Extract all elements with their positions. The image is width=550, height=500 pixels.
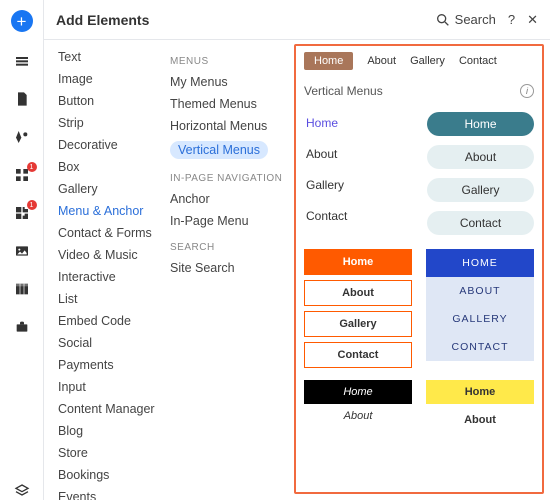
subcategory-item[interactable]: My Menus	[170, 75, 284, 89]
layers-icon[interactable]	[13, 482, 31, 500]
section-heading: SEARCH	[170, 242, 284, 253]
vertical-menu-yellow[interactable]: HomeAbout	[426, 380, 534, 432]
category-item[interactable]: Events	[58, 490, 158, 500]
category-item[interactable]: Blog	[58, 424, 158, 438]
design-icon[interactable]	[13, 128, 31, 146]
plugins-icon[interactable]: 1	[13, 204, 31, 222]
add-button[interactable]: +	[11, 10, 33, 32]
categories-list: Text Image Button Strip Decorative Box Gallery…	[44, 40, 164, 500]
category-item[interactable]: Store	[58, 446, 158, 460]
category-item[interactable]: Box	[58, 160, 158, 174]
category-item[interactable]: List	[58, 292, 158, 306]
category-item[interactable]: Social	[58, 336, 158, 350]
category-item[interactable]: Interactive	[58, 270, 158, 284]
add-elements-panel: Add Elements Search ? ✕ Text Image Button S…	[44, 0, 550, 500]
subcategory-item[interactable]: In-Page Menu	[170, 214, 284, 228]
category-item[interactable]: Gallery	[58, 182, 158, 196]
panel-title: Add Elements	[56, 12, 149, 28]
category-item[interactable]: Input	[58, 380, 158, 394]
business-icon[interactable]	[13, 318, 31, 336]
section-title: Vertical Menus	[304, 84, 383, 98]
help-button[interactable]: ?	[508, 12, 515, 27]
badge: 1	[27, 200, 37, 210]
badge: 1	[27, 162, 37, 172]
category-item[interactable]: Contact & Forms	[58, 226, 158, 240]
subcategory-item[interactable]: Site Search	[170, 261, 284, 275]
search-icon	[435, 12, 451, 28]
close-button[interactable]: ✕	[527, 12, 538, 28]
category-item[interactable]: Decorative	[58, 138, 158, 152]
vertical-menu-serif[interactable]: HOMEABOUTGALLERYCONTACT	[426, 249, 534, 368]
subcategory-item[interactable]: Anchor	[170, 192, 284, 206]
panel-header: Add Elements Search ? ✕	[44, 0, 550, 40]
subcategory-item[interactable]: Themed Menus	[170, 97, 284, 111]
horizontal-menu-preview[interactable]: HomeAboutGalleryContact	[304, 52, 534, 70]
category-item[interactable]: Strip	[58, 116, 158, 130]
vertical-menu-black[interactable]: HomeAbout	[304, 380, 412, 432]
preview-area: HomeAboutGalleryContact Vertical Menus i…	[294, 44, 544, 494]
vertical-menu-orange[interactable]: HomeAboutGalleryContact	[304, 249, 412, 368]
section-heading: IN-PAGE NAVIGATION	[170, 173, 284, 184]
category-item[interactable]: Button	[58, 94, 158, 108]
info-icon[interactable]: i	[520, 84, 534, 98]
category-item[interactable]: Image	[58, 72, 158, 86]
sections-icon[interactable]	[13, 52, 31, 70]
page-icon[interactable]	[13, 90, 31, 108]
category-item[interactable]: Menu & Anchor	[58, 204, 158, 218]
data-icon[interactable]	[13, 280, 31, 298]
left-rail: + 1 1	[0, 0, 44, 500]
category-item[interactable]: Payments	[58, 358, 158, 372]
subcategory-item[interactable]: Horizontal Menus	[170, 119, 284, 133]
vertical-menu-text[interactable]: HomeAboutGalleryContact	[304, 112, 411, 235]
section-heading: MENUS	[170, 56, 284, 67]
category-item[interactable]: Embed Code	[58, 314, 158, 328]
subcategory-item[interactable]: Vertical Menus	[170, 141, 268, 159]
category-item[interactable]: Video & Music	[58, 248, 158, 262]
category-item[interactable]: Content Manager	[58, 402, 158, 416]
search-button[interactable]: Search	[435, 12, 496, 28]
subcategories-list: MENUS My Menus Themed Menus Horizontal Menu…	[164, 40, 294, 500]
media-icon[interactable]	[13, 242, 31, 260]
category-item[interactable]: Text	[58, 50, 158, 64]
category-item[interactable]: Bookings	[58, 468, 158, 482]
section-title-row: Vertical Menus i	[304, 84, 534, 98]
apps-icon[interactable]: 1	[13, 166, 31, 184]
vertical-menu-pill[interactable]: HomeAboutGalleryContact	[427, 112, 534, 235]
